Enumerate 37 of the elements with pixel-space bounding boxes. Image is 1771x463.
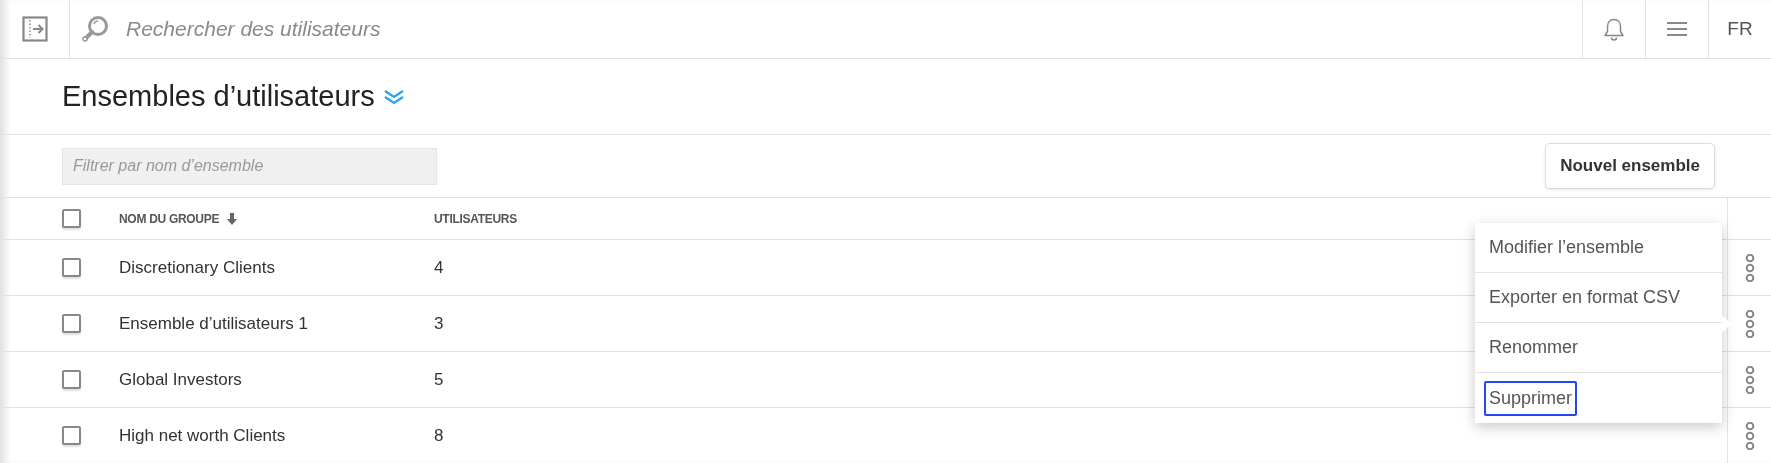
column-header[interactable]: NOM DU GROUPE bbox=[119, 209, 220, 228]
menu-icon bbox=[1667, 21, 1687, 37]
page-title: Ensembles d’utilisateurs bbox=[62, 79, 375, 114]
table-cell: 3 bbox=[434, 313, 444, 333]
more-options-button[interactable] bbox=[1744, 365, 1755, 394]
table-cell: High net worth Clients bbox=[119, 425, 286, 445]
more-options-button[interactable] bbox=[1744, 309, 1755, 338]
menu-item[interactable]: Renommer bbox=[1484, 330, 1584, 365]
table-cell: Ensemble d’utilisateurs 1 bbox=[119, 313, 308, 333]
kebab-icon bbox=[1744, 253, 1755, 282]
language-button[interactable]: FR bbox=[1708, 0, 1771, 58]
search-field[interactable]: Rechercher des utilisateurs bbox=[124, 12, 1582, 46]
table-cell: 5 bbox=[434, 369, 444, 389]
checkbox[interactable] bbox=[62, 314, 81, 333]
kebab-icon bbox=[1744, 309, 1755, 338]
kebab-icon bbox=[1744, 421, 1755, 450]
kebab-icon bbox=[1744, 365, 1755, 394]
column-header[interactable]: UTILISATEURS bbox=[434, 209, 517, 228]
title-dropdown-button[interactable] bbox=[382, 88, 405, 105]
table-cell: 4 bbox=[434, 257, 444, 277]
checkbox[interactable] bbox=[62, 258, 81, 277]
checkbox[interactable] bbox=[62, 370, 81, 389]
checkbox[interactable] bbox=[62, 209, 81, 228]
chevron-down-icon bbox=[382, 88, 405, 105]
more-options-button[interactable] bbox=[1744, 421, 1755, 450]
menu-item[interactable]: Supprimer bbox=[1484, 380, 1578, 416]
checkbox[interactable] bbox=[62, 426, 81, 445]
menu-item[interactable]: Modifier l’ensemble bbox=[1484, 230, 1650, 265]
more-options-button[interactable] bbox=[1744, 253, 1755, 282]
table-cell: 8 bbox=[434, 425, 444, 445]
new-set-button[interactable]: Nouvel ensemble bbox=[1545, 143, 1715, 189]
filter-field[interactable]: Filtrer par nom d’ensemble bbox=[62, 147, 437, 185]
table-cell: Discretionary Clients bbox=[119, 257, 275, 277]
menu-item[interactable]: Exporter en format CSV bbox=[1484, 280, 1686, 315]
table-cell: Global Investors bbox=[119, 369, 242, 389]
bell-icon bbox=[1603, 17, 1625, 41]
search-icon bbox=[80, 14, 110, 44]
